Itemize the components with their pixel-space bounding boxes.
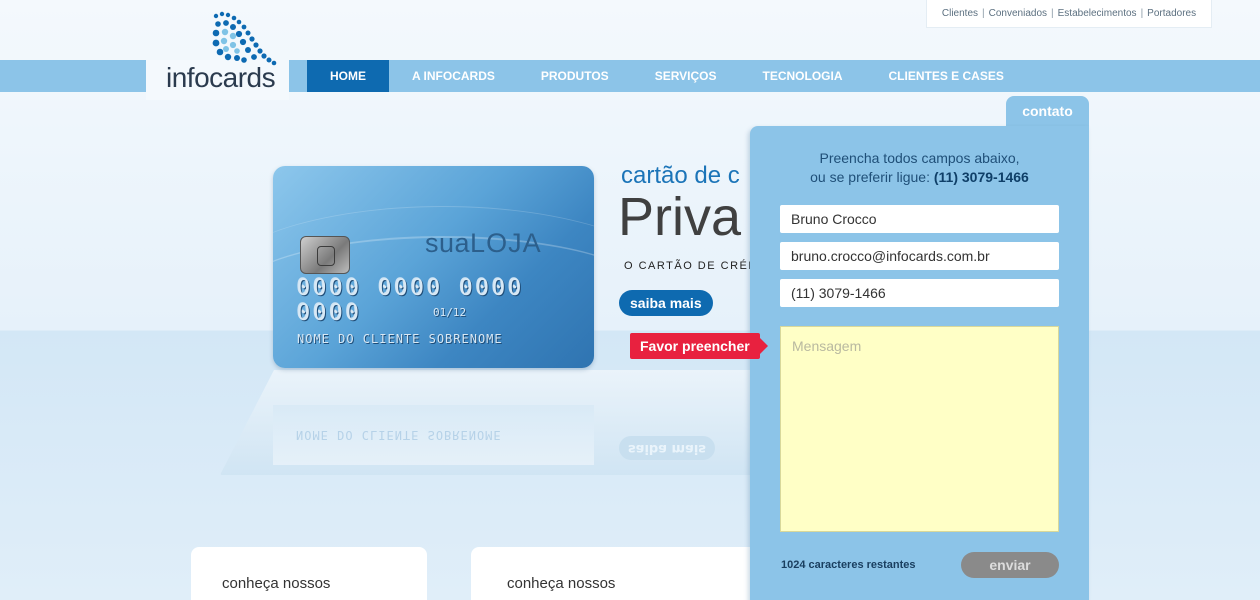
separator: | [982, 8, 985, 19]
character-counter: 1024 caracteres restantes [781, 559, 916, 571]
separator: | [1140, 8, 1144, 19]
hero-tagline: O CARTÃO DE CRÉDIT [624, 260, 771, 272]
nav-clientes-e-cases[interactable]: CLIENTES E CASES [866, 60, 1027, 92]
contact-tab[interactable]: contato [1006, 96, 1089, 128]
box-kicker: conheça nossos [507, 575, 616, 592]
card-expiry: 01/12 [433, 306, 467, 319]
email-field[interactable]: bruno.crocco@infocards.com.br [780, 242, 1059, 270]
services-box[interactable]: conheça nossos [471, 547, 761, 600]
validation-tooltip: Favor preencher [630, 333, 768, 359]
nav-home[interactable]: HOME [307, 60, 389, 92]
card-chip-icon [300, 236, 350, 274]
card-brand-suffix: LOJA [470, 228, 542, 258]
separator: | [1051, 8, 1054, 19]
products-box[interactable]: conheça nossos [191, 547, 427, 600]
credit-card-image: suaLOJA 0000 0000 0000 0000 01/12 NOME D… [273, 166, 594, 368]
name-field[interactable]: Bruno Crocco [780, 205, 1059, 233]
main-nav: HOME A INFOCARDS PRODUTOS SERVIÇOS TECNO… [307, 60, 1027, 92]
nav-produtos[interactable]: PRODUTOS [518, 60, 632, 92]
toplink-clientes[interactable]: Clientes [942, 8, 978, 19]
logo-wordmark: infocards [166, 62, 276, 93]
card-brand: suaLOJA [425, 228, 542, 259]
contact-phone: (11) 3079-1466 [933, 169, 1029, 185]
infocards-logo[interactable]: infocards [160, 8, 290, 96]
toplink-portadores[interactable]: Portadores [1147, 8, 1196, 19]
nav-servicos[interactable]: SERVIÇOS [632, 60, 740, 92]
hero-title: Priva [618, 187, 742, 247]
contact-intro-line2: ou se preferir ligue: (11) 3079-1466 [750, 168, 1089, 187]
card-holder-name: NOME DO CLIENTE SOBRENOME [297, 332, 503, 346]
box-kicker: conheça nossos [222, 575, 331, 592]
message-textarea[interactable]: Mensagem [780, 326, 1059, 532]
card-reflection-text: NOME DO CLIENTE SOBRENOME [296, 428, 502, 442]
toplink-estabelecimentos[interactable]: Estabelecimentos [1058, 8, 1137, 19]
contact-form-panel: Preencha todos campos abaixo, ou se pref… [750, 126, 1089, 600]
nav-a-infocards[interactable]: A INFOCARDS [389, 60, 518, 92]
send-button[interactable]: enviar [961, 552, 1059, 578]
toplink-conveniados[interactable]: Conveniados [989, 8, 1047, 19]
contact-intro-line1: Preencha todos campos abaixo, [819, 150, 1020, 166]
logo-dots-icon [212, 11, 277, 66]
cta-reflection: saiba mais [619, 436, 715, 460]
phone-field[interactable]: (11) 3079-1466 [780, 279, 1059, 307]
card-brand-prefix: sua [425, 228, 471, 258]
top-utility-links: Clientes | Conveniados | Estabelecimento… [926, 0, 1212, 28]
contact-intro: Preencha todos campos abaixo, ou se pref… [750, 149, 1089, 187]
nav-tecnologia[interactable]: TECNOLOGIA [740, 60, 866, 92]
contact-intro-text: ou se preferir ligue: [810, 169, 934, 185]
saiba-mais-button[interactable]: saiba mais [619, 290, 713, 316]
